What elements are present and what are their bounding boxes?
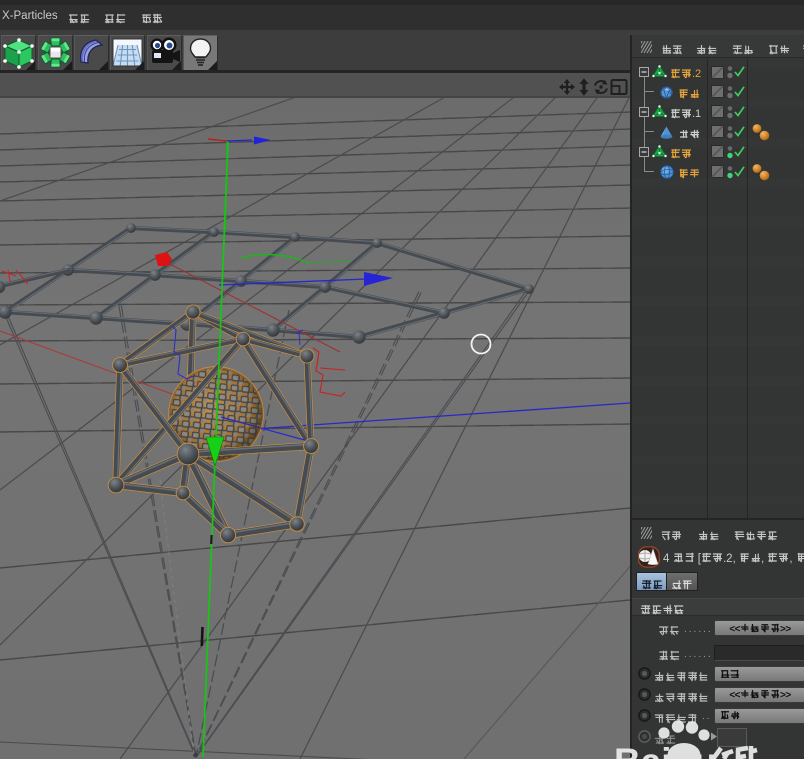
svg-text:Baidu: Baidu bbox=[614, 741, 717, 759]
